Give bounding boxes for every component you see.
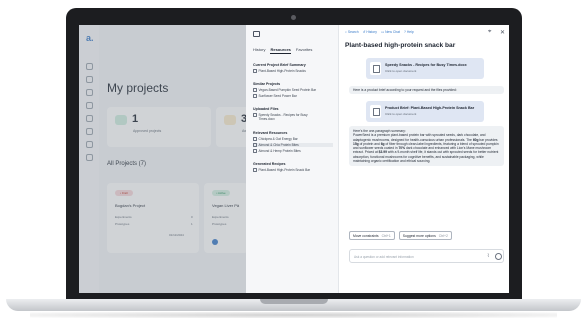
chat-pane: ⌕ Search ↺ History ▭ New Chat ? Help ⌖ ✕… (339, 25, 509, 293)
message-text: PowerSeed is a premium plant-based prote… (353, 133, 486, 142)
list-item[interactable]: Sunflower Seed Power Bar (253, 94, 333, 99)
item-label: Almond & Hemp Protein Bites (258, 149, 301, 153)
attachment-card[interactable]: Product Brief: Plant-Based High-Protein … (366, 101, 484, 122)
laptop-screen: a. My projects 1 Approved projects 3 Awa… (79, 25, 509, 293)
item-label: Plant-Based High-Protein Snacks (258, 69, 306, 73)
camera-dot (291, 15, 296, 20)
item-label: Speedy Snacks - Recipes for Busy Times.d… (258, 113, 308, 121)
attachment-name: Product Brief: Plant-Based High-Protein … (385, 106, 475, 110)
close-icon[interactable]: ✕ (500, 29, 505, 36)
suggestion-chips: Move constraints Ctrl+1 Suggest more opt… (349, 231, 452, 240)
history-label: History (366, 30, 377, 34)
history-button[interactable]: ↺ History (363, 30, 377, 34)
list-item[interactable]: Vegan-Based Pumpkin Seed Protein Bar (253, 88, 333, 93)
section-title: Current Project Brief Summary (253, 63, 306, 67)
file-icon (253, 69, 257, 74)
item-label: Vegan-Based Pumpkin Seed Protein Bar (258, 88, 317, 92)
section-title: Uploaded Files (253, 107, 279, 111)
laptop-base (6, 299, 581, 311)
panel-toggle-icon[interactable] (253, 31, 260, 37)
list-item[interactable]: Plant-Based High-Protein Snack Bar (253, 168, 333, 173)
assistant-message: Here's the one-paragraph summary: PowerS… (349, 126, 504, 167)
attachment-name: Speedy Snacks - Recipes for Busy Times.d… (385, 63, 467, 67)
shortcut-hint: Ctrl+1 (381, 234, 391, 238)
assistant-panel: History Resources Favorites Current Proj… (246, 25, 509, 293)
help-button[interactable]: ? Help (404, 30, 414, 34)
tab-favorites[interactable]: Favorites (296, 47, 312, 54)
item-label: Plant-Based High-Protein Snack Bar (258, 168, 311, 172)
send-icon[interactable] (495, 253, 502, 260)
tab-resources[interactable]: Resources (270, 47, 291, 54)
new-chat-button[interactable]: ▭ New Chat (381, 30, 400, 34)
document-icon (370, 62, 381, 75)
file-icon (253, 149, 257, 154)
list-item[interactable]: Plant-Based High-Protein Snacks (253, 69, 333, 74)
laptop-shadow (30, 312, 557, 318)
tab-history[interactable]: History (253, 47, 265, 54)
suggest-options-button[interactable]: Suggest more options Ctrl+2 (398, 231, 452, 240)
attachment-subtitle: Click to open document (385, 112, 417, 116)
document-icon (370, 105, 381, 118)
list-item[interactable]: Almond & Chia Protein Bites (253, 143, 333, 148)
file-icon (253, 143, 257, 148)
resources-pane: History Resources Favorites Current Proj… (246, 25, 339, 293)
section-title: Similar Projects (253, 82, 281, 86)
chat-toolbar: ⌕ Search ↺ History ▭ New Chat ? Help (345, 30, 414, 34)
sliders-icon[interactable]: ⌖ (488, 29, 491, 36)
chip-label: Suggest more options (402, 234, 436, 238)
attachment-card[interactable]: Speedy Snacks - Recipes for Busy Times.d… (366, 58, 484, 79)
list-item[interactable]: Speedy Snacks - Recipes for Busy Times.d… (253, 113, 313, 121)
base-notch (260, 299, 328, 304)
paperclip-icon[interactable]: ⌇ (487, 253, 489, 259)
assistant-message: Here is a product brief according to you… (349, 86, 504, 95)
help-label: Help (406, 30, 414, 34)
chip-label: Move constraints (353, 234, 379, 238)
move-constraints-button[interactable]: Move constraints Ctrl+1 (349, 231, 395, 240)
new-chat-label: New Chat (385, 30, 400, 34)
list-item[interactable]: Almond & Hemp Protein Bites (253, 149, 333, 154)
file-icon (253, 94, 257, 99)
search-button[interactable]: ⌕ Search (345, 30, 359, 34)
laptop-lid: a. My projects 1 Approved projects 3 Awa… (66, 8, 522, 300)
item-label: Almond & Chia Protein Bites (258, 143, 299, 147)
file-icon (253, 88, 257, 93)
chat-input[interactable] (354, 253, 474, 260)
pane-tabs: History Resources Favorites (253, 47, 312, 54)
file-icon (253, 168, 257, 173)
section-title: Relevant Resources (253, 131, 288, 135)
file-icon (253, 113, 257, 118)
search-label: Search (347, 30, 359, 34)
section-title: Generated Recipes (253, 162, 286, 166)
list-item[interactable]: Chickpea & Oat Energy Bar (253, 137, 333, 142)
chat-input-box: ⌇ (349, 249, 504, 263)
item-label: Sunflower Seed Power Bar (258, 94, 297, 98)
file-icon (253, 137, 257, 142)
shortcut-hint: Ctrl+2 (438, 234, 448, 238)
item-label: Chickpea & Oat Energy Bar (258, 137, 298, 141)
attachment-subtitle: Click to open document (385, 69, 417, 73)
chat-title: Plant-based high-protein snack bar (345, 42, 456, 49)
